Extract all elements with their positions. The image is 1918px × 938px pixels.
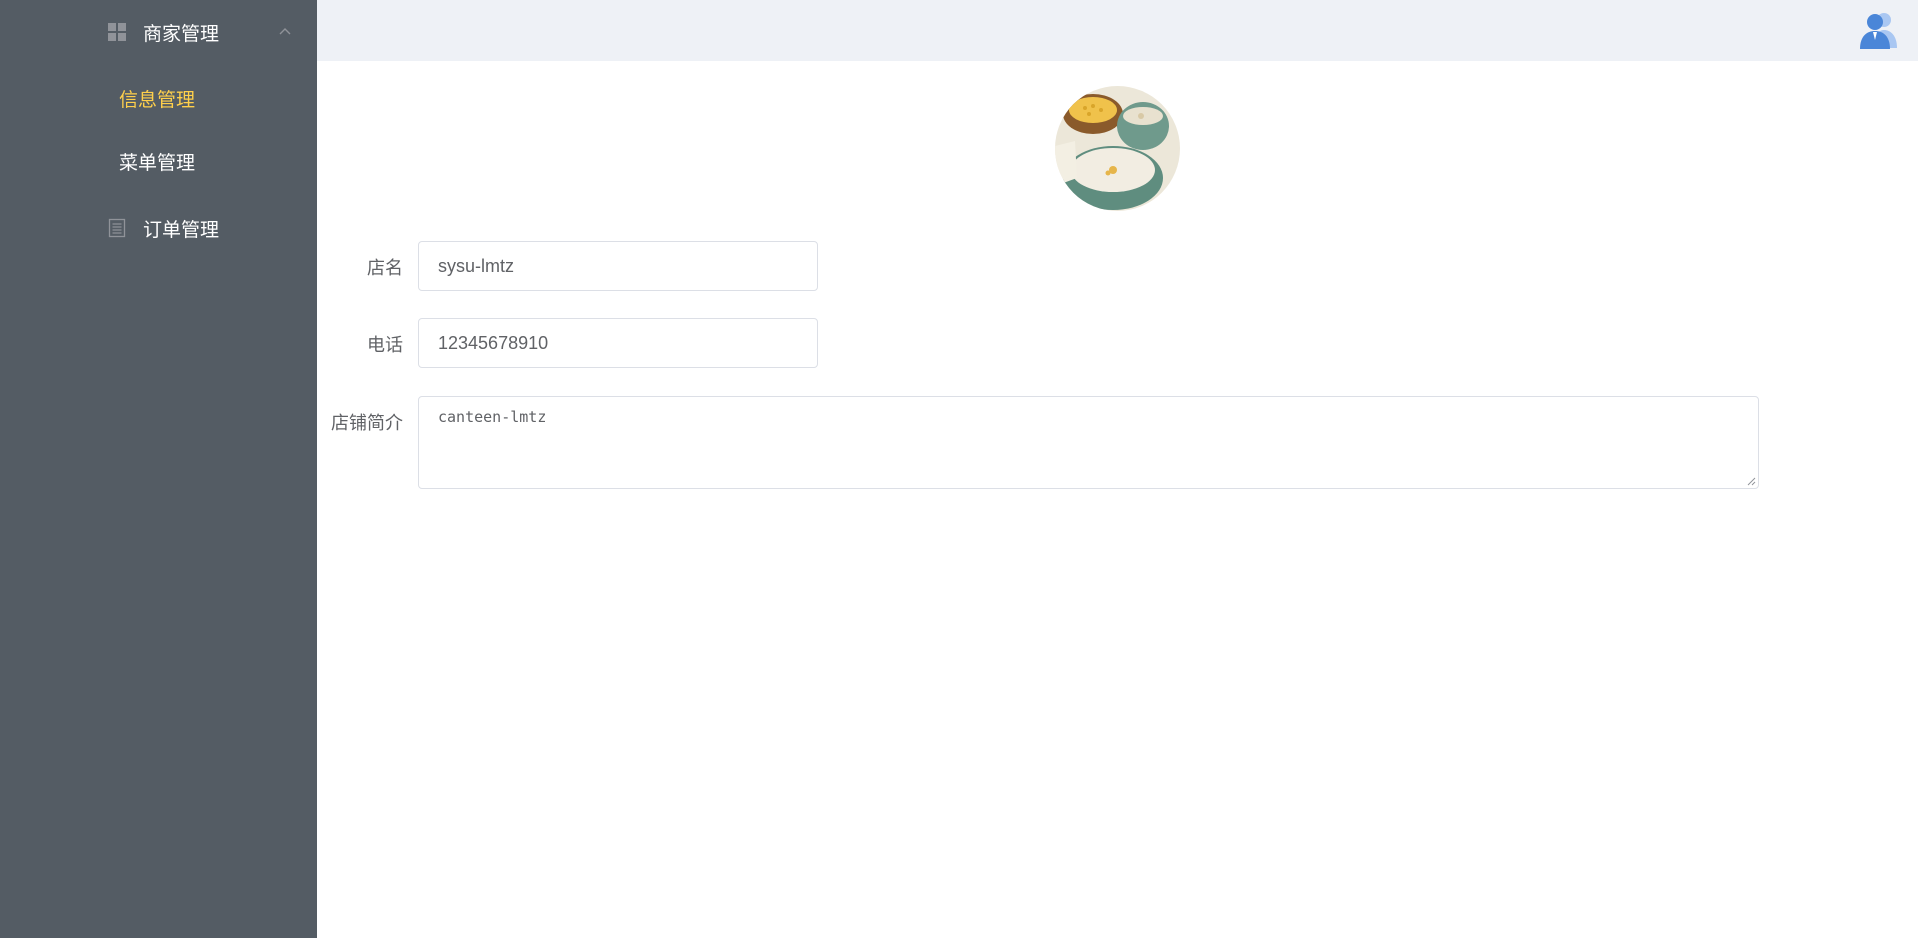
resize-handle-icon[interactable] [1746,476,1756,486]
submenu-item-label: 信息管理 [119,89,196,111]
menu-merchant-management-label: 商家管理 [143,23,220,45]
submenu-item-label: 菜单管理 [119,152,196,174]
grid-icon [107,22,127,42]
sidebar-nav: 商家管理 信息管理 菜单管理 订单管理 [0,0,317,938]
document-icon [107,218,127,238]
submenu-item-info-management[interactable]: 信息管理 [0,66,317,130]
submenu-item-menu-management[interactable]: 菜单管理 [0,129,317,193]
phone-label: 电话 [367,335,403,355]
shop-intro-label: 店铺简介 [331,413,403,433]
shop-name-label: 店名 [367,258,403,278]
menu-order-management[interactable]: 订单管理 [0,196,317,260]
phone-input[interactable]: 12345678910 [418,318,818,368]
menu-merchant-management[interactable]: 商家管理 [0,0,317,64]
shop-intro-value: canteen-lmtz [438,408,547,426]
menu-order-management-label: 订单管理 [143,219,220,241]
top-header [317,0,1918,61]
shop-image[interactable] [1055,86,1180,211]
shop-name-value: sysu-lmtz [438,255,514,276]
user-avatar-icon[interactable] [1857,8,1899,50]
shop-intro-textarea[interactable]: canteen-lmtz [418,396,1759,489]
shop-name-input[interactable]: sysu-lmtz [418,241,818,291]
phone-value: 12345678910 [438,332,549,353]
chevron-up-icon [279,28,291,35]
